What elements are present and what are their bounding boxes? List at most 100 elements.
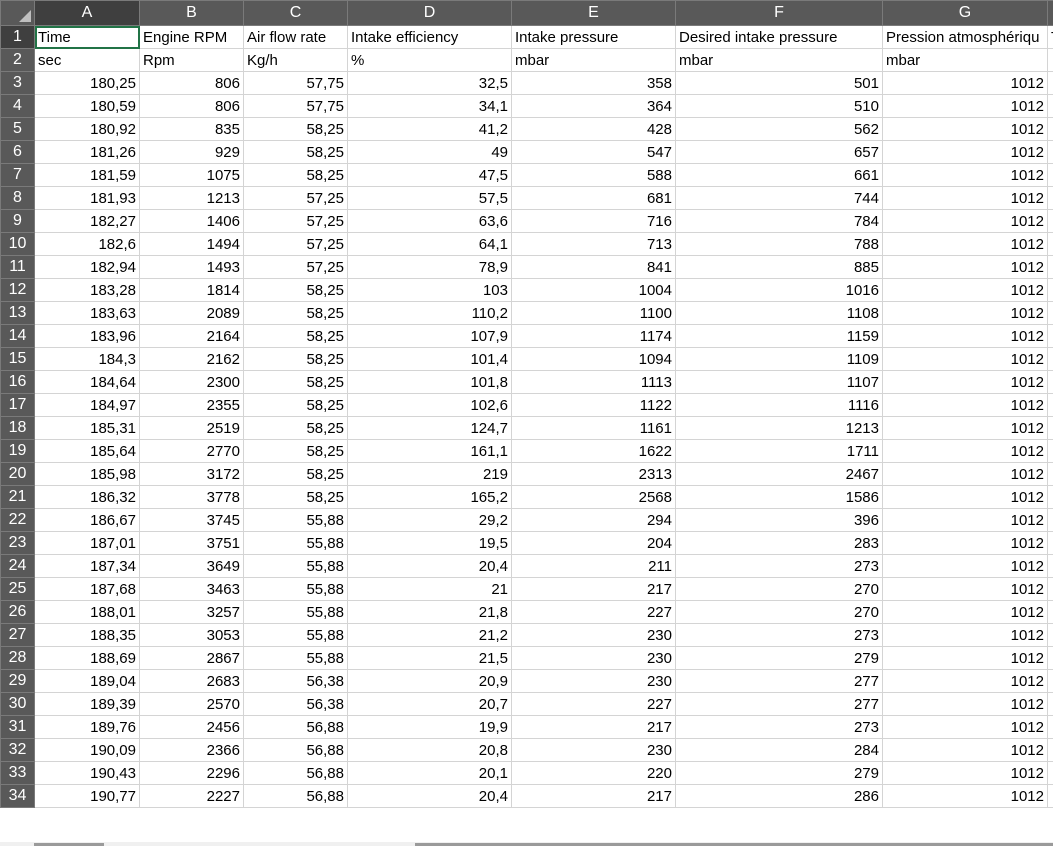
data-cell[interactable]: 2366 bbox=[139, 738, 244, 762]
data-cell[interactable]: 41,2 bbox=[347, 117, 512, 141]
cell-h[interactable] bbox=[1047, 761, 1053, 785]
data-cell[interactable]: 183,63 bbox=[34, 301, 140, 325]
cell-h[interactable] bbox=[1047, 692, 1053, 716]
data-cell[interactable]: 279 bbox=[675, 646, 883, 670]
data-cell[interactable]: 204 bbox=[511, 531, 676, 555]
data-cell[interactable]: 49 bbox=[347, 140, 512, 164]
data-cell[interactable]: 2568 bbox=[511, 485, 676, 509]
cell-h[interactable] bbox=[1047, 324, 1053, 348]
row-header[interactable]: 4 bbox=[0, 94, 35, 118]
header-cell[interactable]: Intake efficiency bbox=[347, 25, 512, 49]
data-cell[interactable]: 1586 bbox=[675, 485, 883, 509]
unit-cell[interactable]: mbar bbox=[675, 48, 883, 72]
cell-h[interactable] bbox=[1047, 301, 1053, 325]
data-cell[interactable]: 1075 bbox=[139, 163, 244, 187]
data-cell[interactable]: 189,76 bbox=[34, 715, 140, 739]
data-cell[interactable]: 2296 bbox=[139, 761, 244, 785]
column-header-d[interactable]: D bbox=[347, 0, 512, 26]
data-cell[interactable]: 1406 bbox=[139, 209, 244, 233]
data-cell[interactable]: 2683 bbox=[139, 669, 244, 693]
data-cell[interactable]: 184,3 bbox=[34, 347, 140, 371]
row-header[interactable]: 33 bbox=[0, 761, 35, 785]
unit-cell[interactable]: mbar bbox=[882, 48, 1048, 72]
data-cell[interactable]: 161,1 bbox=[347, 439, 512, 463]
data-cell[interactable]: 501 bbox=[675, 71, 883, 95]
row-header[interactable]: 26 bbox=[0, 600, 35, 624]
cell-h[interactable] bbox=[1047, 94, 1053, 118]
data-cell[interactable]: 55,88 bbox=[243, 600, 348, 624]
data-cell[interactable]: 58,25 bbox=[243, 301, 348, 325]
header-cell[interactable]: Time bbox=[34, 25, 140, 49]
data-cell[interactable]: 34,1 bbox=[347, 94, 512, 118]
row-header[interactable]: 10 bbox=[0, 232, 35, 256]
column-header-a[interactable]: A bbox=[34, 0, 140, 26]
data-cell[interactable]: 806 bbox=[139, 94, 244, 118]
data-cell[interactable]: 3172 bbox=[139, 462, 244, 486]
row-header[interactable]: 16 bbox=[0, 370, 35, 394]
row-header[interactable]: 7 bbox=[0, 163, 35, 187]
data-cell[interactable]: 284 bbox=[675, 738, 883, 762]
data-cell[interactable]: 56,38 bbox=[243, 669, 348, 693]
data-cell[interactable]: 189,04 bbox=[34, 669, 140, 693]
cell-h[interactable] bbox=[1047, 140, 1053, 164]
data-cell[interactable]: 55,88 bbox=[243, 577, 348, 601]
data-cell[interactable]: 107,9 bbox=[347, 324, 512, 348]
data-cell[interactable]: 661 bbox=[675, 163, 883, 187]
data-cell[interactable]: 187,68 bbox=[34, 577, 140, 601]
data-cell[interactable]: 1108 bbox=[675, 301, 883, 325]
column-header-e[interactable]: E bbox=[511, 0, 676, 26]
data-cell[interactable]: 744 bbox=[675, 186, 883, 210]
data-cell[interactable]: 185,31 bbox=[34, 416, 140, 440]
data-cell[interactable]: 102,6 bbox=[347, 393, 512, 417]
data-cell[interactable]: 1012 bbox=[882, 761, 1048, 785]
data-cell[interactable]: 273 bbox=[675, 715, 883, 739]
data-cell[interactable]: 1116 bbox=[675, 393, 883, 417]
row-header[interactable]: 32 bbox=[0, 738, 35, 762]
data-cell[interactable]: 277 bbox=[675, 692, 883, 716]
data-cell[interactable]: 1493 bbox=[139, 255, 244, 279]
data-cell[interactable]: 428 bbox=[511, 117, 676, 141]
cell-h[interactable] bbox=[1047, 646, 1053, 670]
data-cell[interactable]: 1012 bbox=[882, 715, 1048, 739]
data-cell[interactable]: 1012 bbox=[882, 209, 1048, 233]
data-cell[interactable]: 3649 bbox=[139, 554, 244, 578]
data-cell[interactable]: 58,25 bbox=[243, 163, 348, 187]
column-header-g[interactable]: G bbox=[882, 0, 1048, 26]
data-cell[interactable]: 788 bbox=[675, 232, 883, 256]
cell-h[interactable]: T bbox=[1047, 25, 1053, 49]
data-cell[interactable]: 270 bbox=[675, 577, 883, 601]
cell-h[interactable] bbox=[1047, 416, 1053, 440]
data-cell[interactable]: 510 bbox=[675, 94, 883, 118]
row-header[interactable]: 27 bbox=[0, 623, 35, 647]
data-cell[interactable]: 230 bbox=[511, 623, 676, 647]
data-cell[interactable]: 180,59 bbox=[34, 94, 140, 118]
data-cell[interactable]: 1100 bbox=[511, 301, 676, 325]
data-cell[interactable]: 211 bbox=[511, 554, 676, 578]
data-cell[interactable]: 188,69 bbox=[34, 646, 140, 670]
data-cell[interactable]: 20,7 bbox=[347, 692, 512, 716]
data-cell[interactable]: 21 bbox=[347, 577, 512, 601]
data-cell[interactable]: 1012 bbox=[882, 439, 1048, 463]
unit-cell[interactable]: Rpm bbox=[139, 48, 244, 72]
data-cell[interactable]: 1012 bbox=[882, 692, 1048, 716]
data-cell[interactable]: 181,93 bbox=[34, 186, 140, 210]
data-cell[interactable]: 1012 bbox=[882, 232, 1048, 256]
data-cell[interactable]: 547 bbox=[511, 140, 676, 164]
data-cell[interactable]: 101,8 bbox=[347, 370, 512, 394]
data-cell[interactable]: 55,88 bbox=[243, 508, 348, 532]
data-cell[interactable]: 63,6 bbox=[347, 209, 512, 233]
data-cell[interactable]: 273 bbox=[675, 554, 883, 578]
cell-h[interactable] bbox=[1047, 600, 1053, 624]
row-header[interactable]: 19 bbox=[0, 439, 35, 463]
data-cell[interactable]: 2770 bbox=[139, 439, 244, 463]
data-cell[interactable]: 56,38 bbox=[243, 692, 348, 716]
data-cell[interactable]: 1814 bbox=[139, 278, 244, 302]
data-cell[interactable]: 2570 bbox=[139, 692, 244, 716]
cell-h[interactable] bbox=[1047, 393, 1053, 417]
cell-h[interactable] bbox=[1047, 738, 1053, 762]
cell-h[interactable] bbox=[1047, 577, 1053, 601]
data-cell[interactable]: 1012 bbox=[882, 738, 1048, 762]
data-cell[interactable]: 657 bbox=[675, 140, 883, 164]
data-cell[interactable]: 124,7 bbox=[347, 416, 512, 440]
data-cell[interactable]: 103 bbox=[347, 278, 512, 302]
